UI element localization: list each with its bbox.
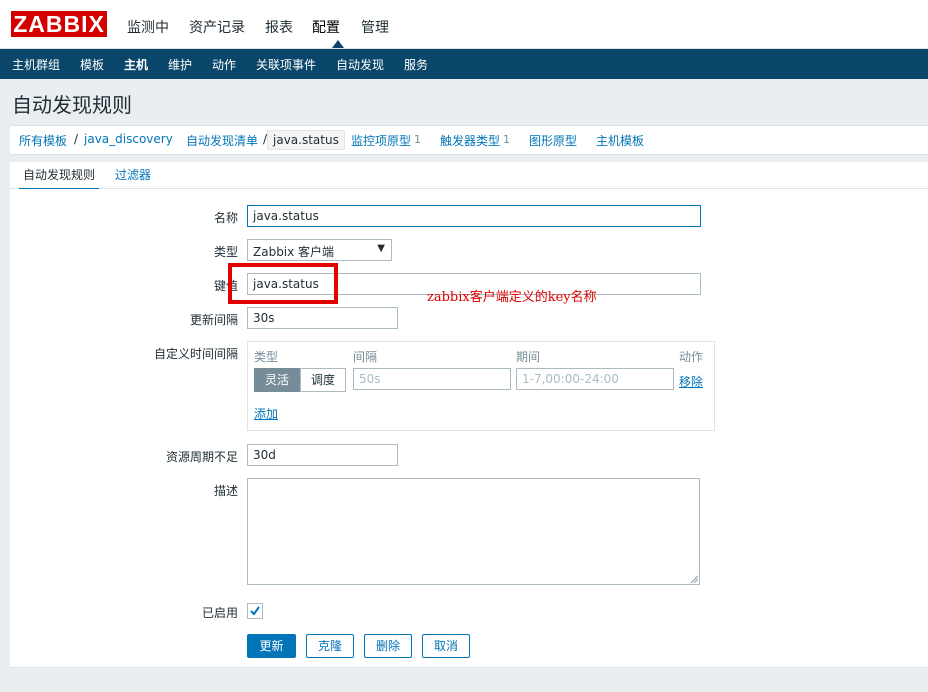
- page-title: 自动发现规则: [12, 93, 132, 117]
- annotation-highlight-box: [228, 263, 338, 304]
- type-label: 类型: [213, 245, 238, 259]
- sub-menu-services[interactable]: 服务: [404, 56, 428, 73]
- discovery-rule-form: 名称 java.status 类型 Zabbix 客户端 ▼ 键值 java.s…: [10, 189, 928, 668]
- cancel-button[interactable]: 取消: [422, 634, 470, 658]
- active-menu-caret: [332, 40, 344, 48]
- trigger-prototypes-count: 1: [503, 133, 510, 146]
- name-label: 名称: [213, 211, 238, 225]
- breadcrumb-current: java.status: [267, 130, 345, 150]
- enabled-checkbox[interactable]: [247, 603, 263, 619]
- breadcrumb-trigger-prototypes[interactable]: 触发器类型: [440, 132, 500, 149]
- breadcrumb-template[interactable]: java_discovery: [84, 132, 173, 146]
- add-interval-link[interactable]: 添加: [254, 405, 278, 422]
- dropdown-arrow-icon: ▼: [377, 243, 385, 254]
- custom-intervals-label: 自定义时间间隔: [153, 347, 238, 361]
- breadcrumb-graph-prototypes[interactable]: 图形原型: [529, 132, 577, 149]
- sub-menu-hosts[interactable]: 主机: [124, 56, 148, 73]
- custom-period-input[interactable]: 1-7,00:00-24:00: [516, 368, 674, 390]
- top-menu-reports[interactable]: 报表: [265, 17, 293, 37]
- top-menu-inventory[interactable]: 资产记录: [189, 17, 245, 37]
- sub-menu-actions[interactable]: 动作: [212, 56, 236, 73]
- col-period-header: 期间: [516, 350, 541, 364]
- custom-interval-input[interactable]: 50s: [353, 368, 511, 390]
- lifetime-input[interactable]: 30d: [247, 444, 398, 466]
- annotation-text: zabbix客户端定义的key名称: [427, 290, 597, 305]
- sub-menu-discovery[interactable]: 自动发现: [336, 56, 384, 73]
- breadcrumb: 所有模板 / java_discovery 自动发现清单 / java.stat…: [10, 125, 928, 155]
- sub-menu-host-groups[interactable]: 主机群组: [12, 56, 60, 73]
- enabled-label: 已启用: [201, 606, 238, 620]
- clone-button[interactable]: 克隆: [306, 634, 354, 658]
- form-tabs: 自动发现规则 过滤器: [10, 162, 928, 191]
- top-menu-configuration[interactable]: 配置: [312, 17, 340, 37]
- update-interval-label: 更新间隔: [189, 313, 238, 327]
- sub-menu-templates[interactable]: 模板: [80, 56, 104, 73]
- sub-menu-maintenance[interactable]: 维护: [168, 56, 192, 73]
- name-input[interactable]: java.status: [247, 205, 701, 227]
- breadcrumb-discovery-list[interactable]: 自动发现清单: [186, 132, 258, 149]
- sub-menu-correlation[interactable]: 关联项事件: [256, 56, 316, 73]
- top-menu-administration[interactable]: 管理: [361, 17, 389, 37]
- col-interval-header: 间隔: [353, 350, 378, 364]
- breadcrumb-item-prototypes[interactable]: 监控项原型: [351, 132, 411, 149]
- type-select[interactable]: Zabbix 客户端 ▼: [247, 239, 392, 261]
- lifetime-label: 资源周期不足: [165, 450, 238, 464]
- tab-discovery-rule[interactable]: 自动发现规则: [19, 166, 100, 191]
- tab-filters[interactable]: 过滤器: [115, 166, 151, 183]
- breadcrumb-host-prototypes[interactable]: 主机模板: [596, 132, 644, 149]
- description-textarea[interactable]: [247, 478, 700, 585]
- description-label: 描述: [213, 484, 238, 498]
- top-menu-monitoring[interactable]: 监测中: [127, 17, 169, 37]
- update-interval-input[interactable]: 30s: [247, 307, 398, 329]
- interval-type-toggle: 灵活 调度: [254, 368, 347, 392]
- breadcrumb-separator: /: [74, 132, 79, 146]
- item-prototypes-count: 1: [414, 133, 421, 146]
- col-action-header: 动作: [679, 350, 704, 364]
- flexible-option[interactable]: 灵活: [254, 368, 301, 392]
- custom-intervals-table: 类型 间隔 期间 动作 灵活 调度 50s 1-7,00:00-24:00 移除…: [247, 341, 715, 431]
- breadcrumb-all-templates[interactable]: 所有模板: [19, 132, 67, 149]
- update-button[interactable]: 更新: [247, 634, 296, 658]
- remove-link[interactable]: 移除: [679, 373, 703, 390]
- scheduling-option[interactable]: 调度: [300, 368, 347, 392]
- type-select-value: Zabbix 客户端: [253, 245, 335, 259]
- zabbix-logo[interactable]: ZABBIX: [11, 11, 107, 37]
- resize-grip-icon[interactable]: [690, 575, 698, 583]
- col-type-header: 类型: [254, 350, 279, 364]
- sub-menu: 主机群组 模板 主机 维护 动作 关联项事件 自动发现 服务: [0, 49, 928, 79]
- checkmark-icon: [250, 606, 260, 616]
- top-bar: ZABBIX 监测中 资产记录 报表 配置 管理: [0, 0, 928, 49]
- delete-button[interactable]: 删除: [364, 634, 412, 658]
